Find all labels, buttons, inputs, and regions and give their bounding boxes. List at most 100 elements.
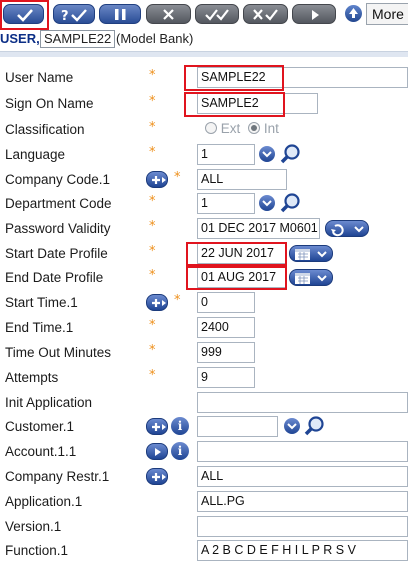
record-header: USER, SAMPLE22 (Model Bank) [0, 30, 408, 50]
time-out-minutes-input[interactable]: 999 [197, 342, 255, 363]
sign-on-name-highlight [184, 92, 285, 117]
row-department-code: Department Code * 1 [0, 192, 408, 216]
search-icon[interactable] [303, 416, 327, 436]
reverse-button[interactable] [243, 4, 288, 24]
end-date-highlight [186, 266, 287, 290]
record-id: SAMPLE22 [40, 30, 116, 48]
field-label: Company Restr.1 [5, 469, 110, 484]
field-label: Language [5, 147, 66, 162]
search-icon[interactable] [279, 193, 303, 213]
expand-multivalue-button[interactable] [146, 294, 168, 311]
plus-icon [152, 473, 166, 481]
radio-ext-label: Ext [220, 121, 241, 136]
chevron-down-icon [287, 423, 297, 430]
row-start-time: Start Time.1 * 0 [0, 291, 408, 315]
expand-multivalue-button[interactable] [146, 418, 168, 435]
authorise-button[interactable] [195, 4, 239, 24]
customer-input[interactable] [197, 416, 278, 437]
svg-text:?: ? [61, 9, 69, 24]
field-label: Start Date Profile [5, 246, 108, 261]
mandatory-icon: * [149, 94, 156, 109]
frequency-picker-button[interactable] [325, 220, 369, 237]
language-dropdown-button[interactable] [259, 146, 275, 162]
calendar-icon [295, 249, 327, 260]
row-start-date-profile: Start Date Profile * 22 JUN 2017 [0, 242, 408, 266]
expand-multivalue-button[interactable] [146, 468, 168, 485]
row-end-date-profile: End Date Profile * 01 AUG 2017 [0, 266, 408, 290]
row-company-code: Company Code.1 * ALL [0, 168, 408, 192]
department-code-input[interactable]: 1 [197, 193, 255, 214]
field-label: User Name [5, 70, 74, 85]
expand-multivalue-button[interactable] [146, 171, 168, 188]
field-label: Classification [5, 122, 85, 137]
hold-button[interactable] [99, 4, 141, 24]
field-label: Application.1 [5, 494, 83, 509]
row-end-time: End Time.1 * 2400 [0, 316, 408, 340]
password-validity-input[interactable]: 01 DEC 2017 M0601 [197, 218, 320, 239]
row-init-application: Init Application [0, 391, 408, 415]
field-label: End Date Profile [5, 270, 104, 285]
validate-button[interactable]: ? [53, 4, 95, 24]
expand-button[interactable] [345, 5, 362, 22]
start-date-highlight [186, 242, 287, 266]
row-sign-on-name: Sign On Name * SAMPLE2 [0, 92, 408, 117]
account-input[interactable] [197, 441, 408, 462]
chevron-down-icon [262, 151, 272, 158]
chevron-down-icon [262, 200, 272, 207]
audit-button[interactable] [292, 4, 336, 24]
plus-icon [152, 299, 166, 307]
mandatory-icon: * [149, 318, 156, 333]
search-icon[interactable] [279, 144, 303, 164]
row-company-restr: Company Restr.1 ALL [0, 465, 408, 489]
delete-button[interactable] [146, 4, 191, 24]
row-version: Version.1 [0, 515, 408, 539]
info-icon[interactable]: i [171, 417, 189, 435]
field-label: Company Code.1 [5, 172, 111, 187]
row-customer: Customer.1 i [0, 415, 408, 439]
row-language: Language * 1 [0, 143, 408, 167]
x-check-icon [253, 9, 278, 21]
field-label: End Time.1 [5, 320, 74, 335]
init-application-input[interactable] [197, 392, 408, 413]
field-label: Customer.1 [5, 419, 75, 434]
start-time-input[interactable]: 0 [197, 292, 255, 313]
field-label: Attempts [5, 370, 59, 385]
language-input[interactable]: 1 [197, 144, 255, 165]
company-code-input[interactable]: ALL [197, 169, 287, 190]
end-date-calendar-button[interactable] [289, 269, 333, 286]
mandatory-icon: * [149, 343, 156, 358]
commit-highlight [0, 0, 49, 30]
row-attempts: Attempts * 9 [0, 366, 408, 390]
row-application: Application.1 ALL.PG [0, 490, 408, 514]
row-classification: Classification * Ext Int [0, 118, 408, 142]
department-dropdown-button[interactable] [259, 195, 275, 211]
up-arrow-icon [349, 8, 358, 18]
mandatory-icon: * [149, 368, 156, 383]
mandatory-icon: * [149, 268, 156, 283]
end-time-input[interactable]: 2400 [197, 317, 255, 338]
radio-ext[interactable] [205, 122, 217, 134]
mandatory-icon: * [149, 219, 156, 234]
version-input[interactable] [197, 516, 408, 537]
company-restr-input[interactable]: ALL [197, 466, 408, 487]
attempts-input[interactable]: 9 [197, 367, 255, 388]
plus-icon [152, 176, 166, 184]
row-password-validity: Password Validity * 01 DEC 2017 M0601 [0, 217, 408, 241]
application-input[interactable]: ALL.PG [197, 491, 408, 512]
radio-int[interactable] [248, 122, 261, 134]
function-input[interactable]: A 2 B C D E F H I L P R S V [197, 540, 408, 561]
arrow-right-icon [312, 10, 319, 20]
customer-dropdown-button[interactable] [284, 418, 300, 434]
row-account: Account.1.1 i [0, 440, 408, 464]
info-icon[interactable]: i [171, 442, 189, 460]
field-label: Time Out Minutes [5, 345, 112, 360]
field-label: Sign On Name [5, 96, 94, 111]
radio-int-label: Int [263, 121, 279, 136]
calendar-icon [295, 273, 327, 284]
mandatory-icon: * [149, 244, 156, 259]
row-function: Function.1 A 2 B C D E F H I L P R S V [0, 539, 408, 562]
more-button[interactable]: More [366, 3, 408, 25]
start-date-calendar-button[interactable] [289, 245, 333, 262]
field-label: Init Application [5, 395, 93, 410]
expand-subvalue-button[interactable] [146, 443, 168, 460]
